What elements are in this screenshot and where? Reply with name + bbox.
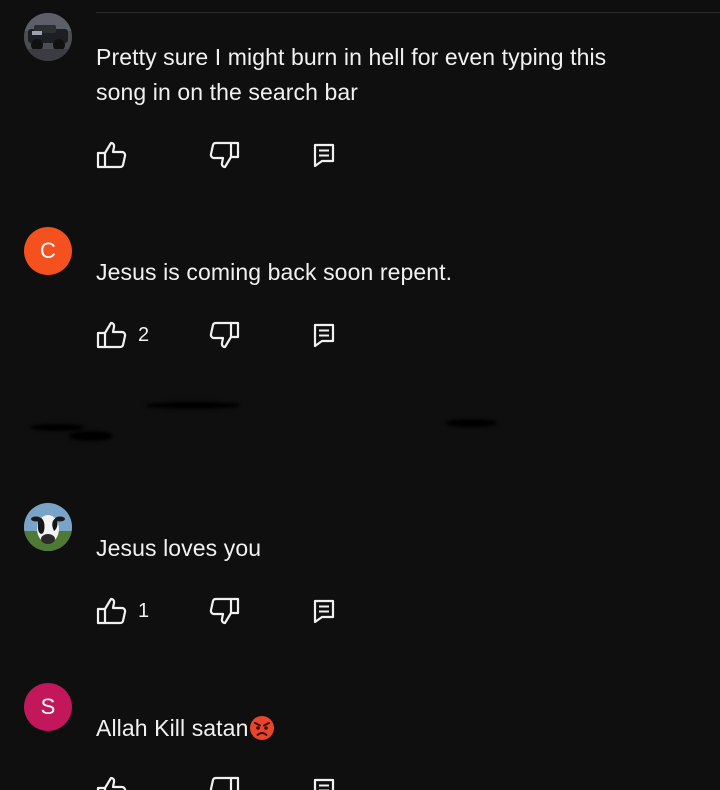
like-count: 2 [138, 323, 150, 346]
comments-page: Pretty sure I might burn in hell for eve… [0, 0, 720, 790]
dislike-button[interactable] [208, 320, 240, 350]
avatar[interactable] [24, 13, 72, 61]
comment-text: Jesus is coming back soon repent. [96, 259, 453, 285]
reply-button[interactable] [312, 320, 336, 350]
dislike-button[interactable] [208, 775, 240, 790]
reply-button[interactable] [312, 140, 336, 170]
thumbs-up-icon [96, 321, 127, 349]
avatar[interactable]: C [24, 227, 72, 275]
comment-text: Pretty sure I might burn in hell for eve… [96, 44, 607, 105]
dislike-button[interactable] [208, 140, 240, 170]
thumbs-up-icon [96, 141, 127, 169]
avatar-letter: C [40, 238, 56, 263]
reply-icon [313, 323, 335, 348]
reply-icon [313, 778, 335, 790]
redaction-mark [145, 402, 240, 409]
redaction-mark [30, 424, 85, 431]
redaction-mark [445, 419, 497, 427]
dislike-button[interactable] [208, 596, 240, 626]
thumbs-down-icon [209, 141, 240, 169]
like-button[interactable]: 2 [96, 320, 149, 350]
thumbs-down-icon [209, 321, 240, 349]
cow-photo-icon [24, 503, 72, 551]
comment-text: Allah Kill satan [96, 711, 656, 746]
thumbs-down-icon [209, 776, 240, 790]
comment-actions: 1 [96, 596, 356, 626]
thumbs-up-icon [96, 597, 127, 625]
reply-icon [313, 143, 335, 168]
like-button[interactable]: 1 [96, 596, 149, 626]
thumbs-up-icon [96, 776, 127, 790]
divider [96, 12, 720, 13]
like-button[interactable] [96, 140, 128, 170]
avatar-letter: S [40, 694, 56, 719]
comment-text: Jesus loves you [96, 535, 262, 561]
reply-button[interactable] [312, 775, 336, 790]
reply-button[interactable] [312, 596, 336, 626]
avatar[interactable]: S [24, 683, 72, 731]
like-count: 1 [138, 599, 150, 622]
reply-icon [313, 599, 335, 624]
avatar[interactable] [24, 503, 72, 551]
truck-photo-icon [24, 13, 72, 61]
thumbs-down-icon [209, 597, 240, 625]
redaction-mark [68, 431, 113, 441]
like-button[interactable] [96, 775, 128, 790]
comment-text-body: Allah Kill satan [96, 715, 249, 741]
comment-actions [96, 140, 356, 170]
angry-face-icon [250, 716, 275, 740]
comment-actions: 2 [96, 320, 356, 350]
comment-actions [96, 775, 356, 790]
